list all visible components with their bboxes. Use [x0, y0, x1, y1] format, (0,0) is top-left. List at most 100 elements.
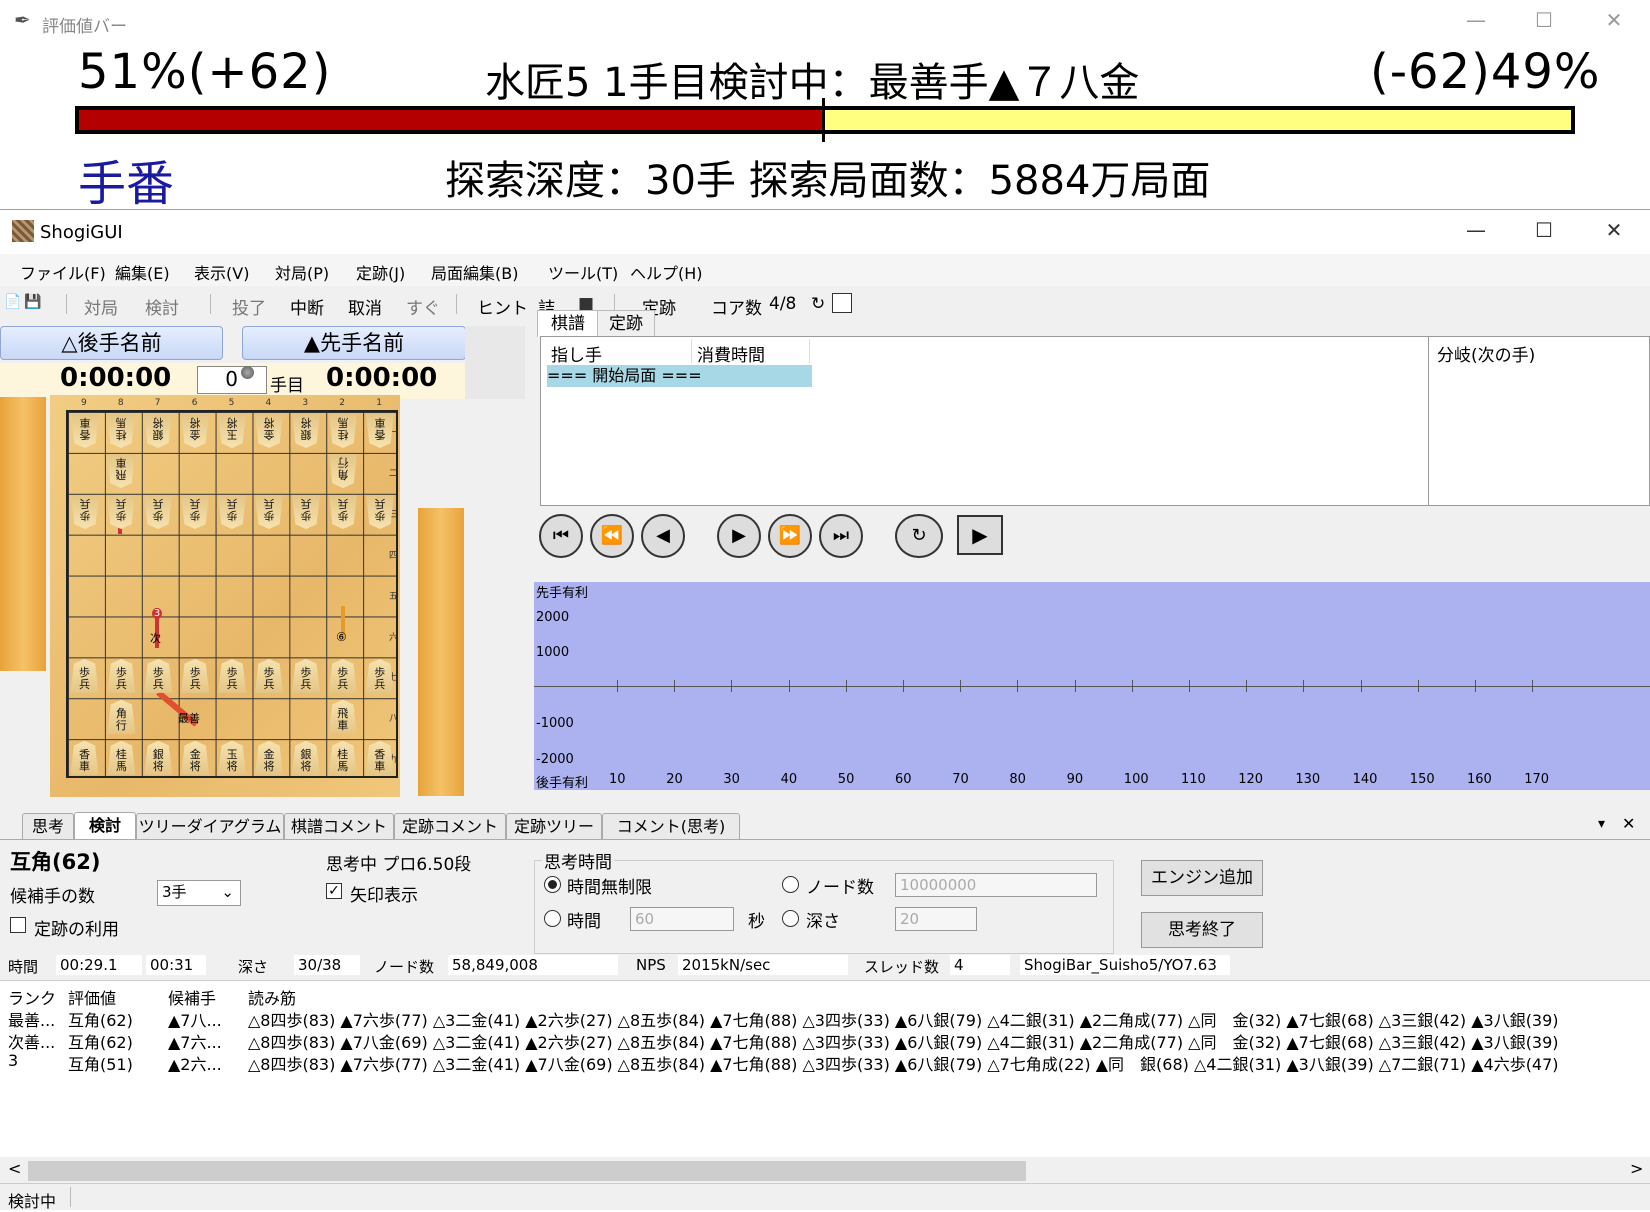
refresh-icon[interactable]: ↻	[811, 294, 825, 314]
time-radio[interactable]	[544, 910, 561, 927]
minimize-icon[interactable]: —	[1456, 8, 1496, 32]
tab-tree-diagram[interactable]: ツリーダイアグラム	[136, 813, 284, 840]
forward-ten-button[interactable]: ⏩	[768, 514, 812, 558]
gote-komadai[interactable]	[0, 397, 46, 671]
tab-thinking[interactable]: 思考	[22, 813, 74, 840]
sente-piece[interactable]: 角行	[107, 699, 136, 734]
hint-button[interactable]: ヒント	[477, 294, 528, 319]
sente-piece[interactable]: 銀将	[144, 740, 173, 775]
horizontal-scrollbar[interactable]: < >	[0, 1157, 1650, 1183]
sente-piece[interactable]: 金将	[255, 740, 283, 775]
kento-button[interactable]: 検討	[145, 294, 179, 319]
gote-piece[interactable]: 歩兵	[255, 495, 283, 529]
pv-header-move[interactable]: 候補手	[168, 985, 216, 1009]
move-now-button[interactable]: すぐ	[406, 294, 440, 319]
pv-row[interactable]: 3 互角(51) ▲2六... △8四歩(83) ▲7六歩(77) △3二金(4…	[0, 1051, 1650, 1074]
nodes-input[interactable]: 10000000	[895, 873, 1097, 897]
last-move-button[interactable]: ⏭	[819, 514, 863, 558]
sente-piece[interactable]: 歩兵	[218, 658, 247, 693]
gote-piece[interactable]: 角行	[329, 454, 357, 488]
menu-view[interactable]: 表示(V)	[194, 260, 249, 284]
panel-dropdown-icon[interactable]: ▾	[1598, 816, 1605, 832]
tab-joseki[interactable]: 定跡	[597, 310, 655, 337]
pv-list[interactable]: ランク 評価値 候補手 読み筋 最善... 互角(62) ▲7八... △8四歩…	[0, 980, 1650, 1163]
resign-button[interactable]: 投了	[232, 294, 266, 319]
col-move-header[interactable]: 指し手	[551, 341, 602, 366]
close-icon[interactable]: ✕	[1594, 218, 1634, 242]
unlimited-radio[interactable]	[544, 876, 561, 893]
use-joseki-checkbox[interactable]	[10, 917, 26, 933]
sente-piece[interactable]: 歩兵	[70, 658, 99, 693]
gote-piece[interactable]: 金将	[255, 414, 283, 448]
close-icon[interactable]: ✕	[1594, 8, 1634, 32]
gote-piece[interactable]: 歩兵	[292, 495, 320, 529]
col-time-header[interactable]: 消費時間	[697, 341, 765, 366]
scroll-right-icon[interactable]: >	[1630, 1159, 1643, 1178]
nodes-radio[interactable]	[782, 876, 799, 893]
sente-piece[interactable]: 歩兵	[291, 658, 320, 693]
maximize-icon[interactable]: ☐	[1524, 8, 1564, 32]
sente-piece[interactable]: 金将	[181, 740, 210, 775]
gote-piece[interactable]: 歩兵	[107, 495, 135, 529]
menu-game[interactable]: 対局(P)	[275, 260, 329, 284]
tab-thinking-comment[interactable]: コメント(思考)	[602, 813, 740, 840]
sente-name-button[interactable]: ▲先手名前	[242, 326, 466, 360]
pv-header-eval[interactable]: 評価値	[68, 985, 116, 1009]
tab-analysis[interactable]: 検討	[74, 812, 136, 841]
menu-tools[interactable]: ツール(T)	[548, 260, 618, 284]
panel-close-icon[interactable]: ✕	[1622, 814, 1635, 833]
reload-button[interactable]: ↻	[895, 514, 943, 558]
pv-header-line[interactable]: 読み筋	[248, 985, 296, 1009]
sente-piece[interactable]: 飛車	[328, 699, 357, 734]
sente-piece[interactable]: 歩兵	[365, 658, 394, 693]
menu-file[interactable]: ファイル(F)	[20, 260, 106, 284]
tab-kifu[interactable]: 棋譜	[537, 310, 599, 337]
back-ten-button[interactable]: ⏪	[590, 514, 634, 558]
toolbar-checkbox[interactable]	[832, 293, 852, 313]
save-icon[interactable]: 💾	[24, 294, 41, 310]
scroll-left-icon[interactable]: <	[8, 1159, 21, 1178]
gote-name-button[interactable]: △後手名前	[0, 326, 223, 360]
gote-piece[interactable]: 香車	[366, 414, 394, 448]
sente-piece[interactable]: 桂馬	[107, 740, 136, 775]
menu-help[interactable]: ヘルプ(H)	[630, 260, 703, 284]
kifu-start-row[interactable]: === 開始局面 ===	[547, 365, 812, 387]
gote-piece[interactable]: 歩兵	[144, 495, 172, 529]
tab-joseki-tree[interactable]: 定跡ツリー	[506, 813, 602, 840]
sente-piece[interactable]: 歩兵	[144, 658, 173, 693]
maximize-icon[interactable]: ☐	[1524, 218, 1564, 242]
gote-piece[interactable]: 銀将	[144, 414, 172, 448]
eval-graph[interactable]: 先手有利 後手有利 2000 1000 -1000 -2000 10 20 30 40 50 60…	[534, 582, 1650, 791]
sente-piece[interactable]: 歩兵	[107, 658, 136, 693]
stop-thinking-button[interactable]: 思考終了	[1141, 912, 1263, 948]
gote-piece[interactable]: 金将	[181, 414, 209, 448]
sente-komadai[interactable]	[418, 508, 464, 796]
gote-piece[interactable]: 歩兵	[218, 495, 246, 529]
tab-joseki-comment[interactable]: 定跡コメント	[394, 813, 506, 840]
gote-piece[interactable]: 香車	[71, 414, 99, 448]
gote-piece[interactable]: 銀将	[292, 414, 320, 448]
depth-radio[interactable]	[782, 910, 799, 927]
sente-piece[interactable]: 香車	[365, 740, 394, 775]
gote-piece[interactable]: 歩兵	[329, 495, 357, 529]
gote-piece[interactable]: 歩兵	[366, 495, 394, 529]
sente-piece[interactable]: 歩兵	[328, 658, 357, 693]
interrupt-button[interactable]: 中断	[290, 294, 324, 319]
move-number-spinner[interactable]	[241, 366, 254, 379]
gote-piece[interactable]: 桂馬	[107, 414, 135, 448]
taikyoku-button[interactable]: 対局	[84, 294, 118, 319]
tab-kifu-comment[interactable]: 棋譜コメント	[284, 813, 394, 840]
pv-row[interactable]: 次善... 互角(62) ▲7六... △8四歩(83) ▲7八金(69) △3…	[0, 1029, 1650, 1052]
time-input[interactable]: 60	[630, 907, 734, 931]
sente-piece[interactable]: 歩兵	[255, 658, 283, 693]
pv-header-rank[interactable]: ランク	[8, 985, 56, 1009]
gote-piece[interactable]: 玉将	[218, 414, 246, 448]
sente-piece[interactable]: 歩兵	[181, 658, 210, 693]
add-engine-button[interactable]: エンジン追加	[1141, 860, 1263, 896]
gote-piece[interactable]: 飛車	[107, 454, 135, 488]
gote-piece[interactable]: 桂馬	[329, 414, 357, 448]
forward-button[interactable]: ▶	[717, 514, 761, 558]
menu-joseki[interactable]: 定跡(J)	[356, 260, 405, 284]
minimize-icon[interactable]: —	[1456, 218, 1496, 242]
candidates-select[interactable]: 3手 ⌄	[157, 880, 241, 906]
